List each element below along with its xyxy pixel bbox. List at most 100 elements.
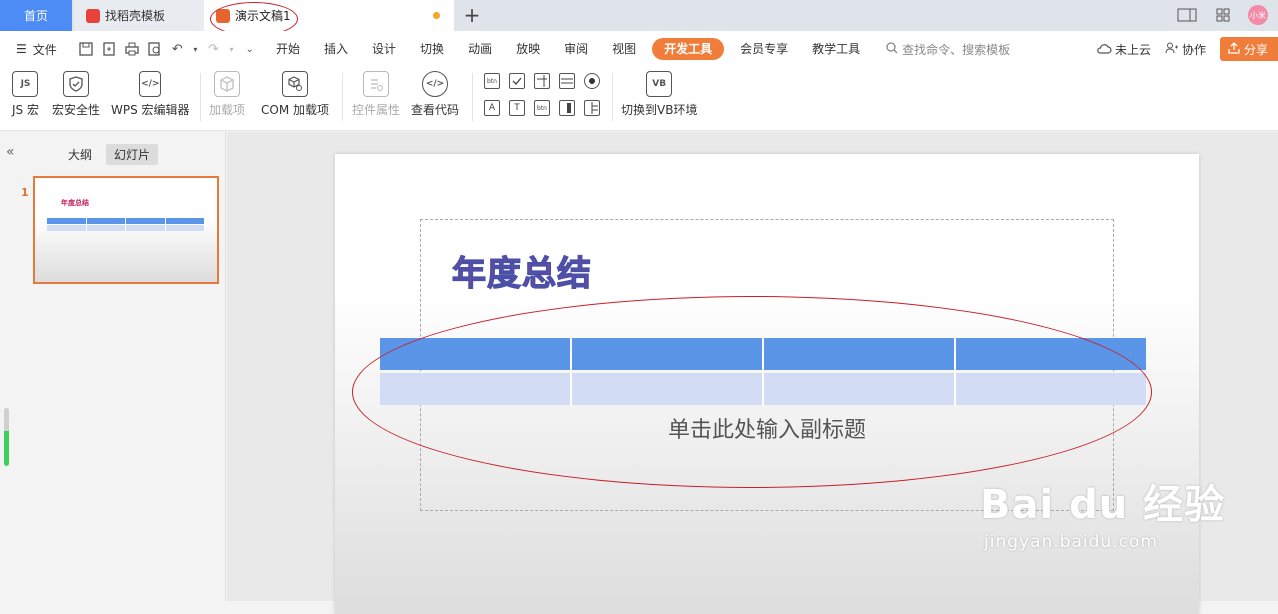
view-code-label: 查看代码 — [411, 103, 460, 117]
thumbnail-table — [47, 218, 205, 231]
addins-button[interactable]: 加载项 — [209, 71, 245, 118]
save-icon[interactable] — [78, 40, 95, 58]
hamburger-icon: ☰ — [16, 42, 27, 56]
search-icon — [886, 41, 898, 57]
redo-icon[interactable]: ↷ — [205, 40, 222, 58]
control-properties-button[interactable]: 控件属性 — [352, 71, 400, 118]
thumbnail-title: 年度总结 — [61, 199, 89, 207]
label-control[interactable]: A — [484, 100, 500, 116]
properties-icon — [363, 71, 389, 97]
menu-tab-6[interactable]: 审阅 — [552, 38, 600, 60]
js-macro-label: JS 宏 — [12, 103, 39, 117]
menu-tab-4[interactable]: 动画 — [456, 38, 504, 60]
slide-thumbnail[interactable]: 年度总结 — [33, 176, 219, 284]
js-macro-button[interactable]: JS JS 宏 — [12, 71, 39, 118]
tab-slides[interactable]: 幻灯片 — [106, 144, 159, 165]
file-menu-label: 文件 — [32, 42, 57, 57]
ribbon-separator — [472, 73, 473, 121]
menu-bar: ☰ 文件 ↶ ▾ ↷ ▾ ⌄ 开始 插入 设计 切换 动画 放映 审阅 视图 开发工具 会员专享教… — [0, 31, 1278, 67]
collapse-panel-icon[interactable]: « — [6, 144, 15, 160]
vb-environment-icon: VB — [646, 71, 673, 97]
menu-tab-2[interactable]: 设计 — [360, 38, 408, 60]
cloud-icon — [1096, 42, 1112, 57]
apps-grid-icon[interactable] — [1212, 5, 1234, 25]
collaborate-icon — [1165, 42, 1179, 57]
com-addins-button[interactable]: COM 加载项 — [261, 71, 329, 118]
slide-navigation-panel: « 大纲 幻灯片 1 年度总结 — [0, 132, 226, 601]
panel-scroll-indicator[interactable] — [4, 408, 9, 466]
scroll-bar-control[interactable] — [584, 100, 600, 116]
switch-vb-button[interactable]: VB 切换到VB环境 — [621, 71, 697, 118]
file-menu-button[interactable]: ☰ 文件 — [0, 41, 70, 58]
user-avatar[interactable]: 小米 — [1248, 5, 1268, 25]
wps-macro-editor-button[interactable]: </> WPS 宏编辑器 — [111, 71, 190, 118]
docer-logo-icon — [86, 8, 100, 23]
collaborate-button[interactable]: 协作 — [1165, 41, 1206, 58]
menu-tab-10[interactable]: 教学工具 — [800, 38, 872, 60]
command-button-control[interactable]: btn — [484, 73, 500, 89]
print-preview-icon[interactable] — [146, 40, 163, 58]
share-label: 分享 — [1243, 42, 1268, 57]
layout-toggle-icon[interactable] — [1176, 5, 1198, 25]
code-editor-icon: </> — [139, 71, 162, 97]
share-icon — [1228, 41, 1240, 57]
tab-home[interactable]: 首页 — [0, 0, 72, 31]
toggle-button-control[interactable] — [559, 100, 575, 116]
view-code-button[interactable]: </> 查看代码 — [411, 71, 459, 118]
new-tab-button[interactable]: + — [460, 4, 484, 28]
menu-tab-9[interactable]: 会员专享 — [728, 38, 800, 60]
menu-tab-8[interactable]: 开发工具 — [652, 38, 725, 60]
macro-security-label: 宏安全性 — [52, 103, 101, 117]
ribbon-tabs: 开始 插入 设计 切换 动画 放映 审阅 视图 开发工具 会员专享 教学工具 — [264, 38, 872, 60]
slide-number: 1 — [21, 186, 29, 199]
activex-controls-grid: btn A T btn — [484, 73, 600, 116]
print-icon[interactable] — [123, 40, 140, 58]
collaborate-label: 协作 — [1181, 42, 1206, 57]
ribbon-separator — [612, 73, 613, 121]
share-button[interactable]: 分享 — [1219, 37, 1278, 61]
switch-vb-label: 切换到VB环境 — [621, 103, 698, 117]
wps-macro-editor-label: WPS 宏编辑器 — [111, 103, 190, 117]
text-box-control[interactable]: T — [509, 100, 525, 116]
redo-dropdown-icon[interactable]: ▾ — [228, 40, 235, 58]
menu-tab-0[interactable]: 开始 — [264, 38, 312, 60]
window-controls: 小米 — [1176, 5, 1268, 25]
spin-button-control[interactable]: btn — [534, 100, 550, 116]
menu-tab-7[interactable]: 视图 — [600, 38, 648, 60]
cloud-status-label: 未上云 — [1114, 42, 1151, 57]
macro-security-button[interactable]: 宏安全性 — [52, 71, 100, 118]
checkbox-control[interactable] — [509, 73, 525, 89]
cube-gear-icon — [282, 71, 308, 97]
ribbon-separator — [342, 73, 343, 121]
option-button-control[interactable] — [584, 73, 600, 89]
js-macro-icon: JS — [12, 71, 39, 97]
watermark: Bai du 经验 jingyan.baidu.com — [980, 472, 1225, 552]
menu-tab-5[interactable]: 放映 — [504, 38, 552, 60]
ribbon-separator — [200, 73, 201, 121]
panel-view-tabs: 大纲 幻灯片 — [60, 144, 159, 165]
tab-template-label: 找稻壳模板 — [105, 9, 166, 23]
search-placeholder: 查找命令、搜索模板 — [902, 42, 1011, 57]
menu-tab-1[interactable]: 插入 — [312, 38, 360, 60]
undo-icon[interactable]: ↶ — [169, 40, 186, 58]
list-box-control[interactable] — [559, 73, 575, 89]
annotation-ellipse-table — [352, 296, 1152, 488]
tab-template[interactable]: 找稻壳模板 — [74, 0, 204, 31]
customize-toolbar-icon[interactable]: ⌄ — [241, 40, 258, 58]
com-addins-label: COM 加载项 — [261, 103, 329, 117]
cloud-status-button[interactable]: 未上云 — [1096, 41, 1151, 58]
watermark-url: jingyan.baidu.com — [984, 532, 1158, 552]
undo-dropdown-icon[interactable]: ▾ — [192, 40, 199, 58]
slide-title[interactable]: 年度总结 — [451, 246, 592, 295]
menu-right-actions: 未上云 协作 分享 — [1096, 31, 1278, 67]
combo-box-control[interactable] — [534, 73, 550, 89]
unsaved-dot-icon — [433, 12, 440, 19]
tab-outline[interactable]: 大纲 — [60, 144, 100, 165]
watermark-logo: Bai du 经验 — [980, 482, 1226, 528]
cube-icon — [214, 71, 240, 97]
command-search[interactable]: 查找命令、搜索模板 — [886, 41, 1036, 58]
view-code-icon: </> — [422, 71, 448, 97]
menu-tab-3[interactable]: 切换 — [408, 38, 456, 60]
export-pdf-icon[interactable] — [101, 40, 118, 58]
quick-access-toolbar: ↶ ▾ ↷ ▾ ⌄ — [78, 40, 258, 58]
